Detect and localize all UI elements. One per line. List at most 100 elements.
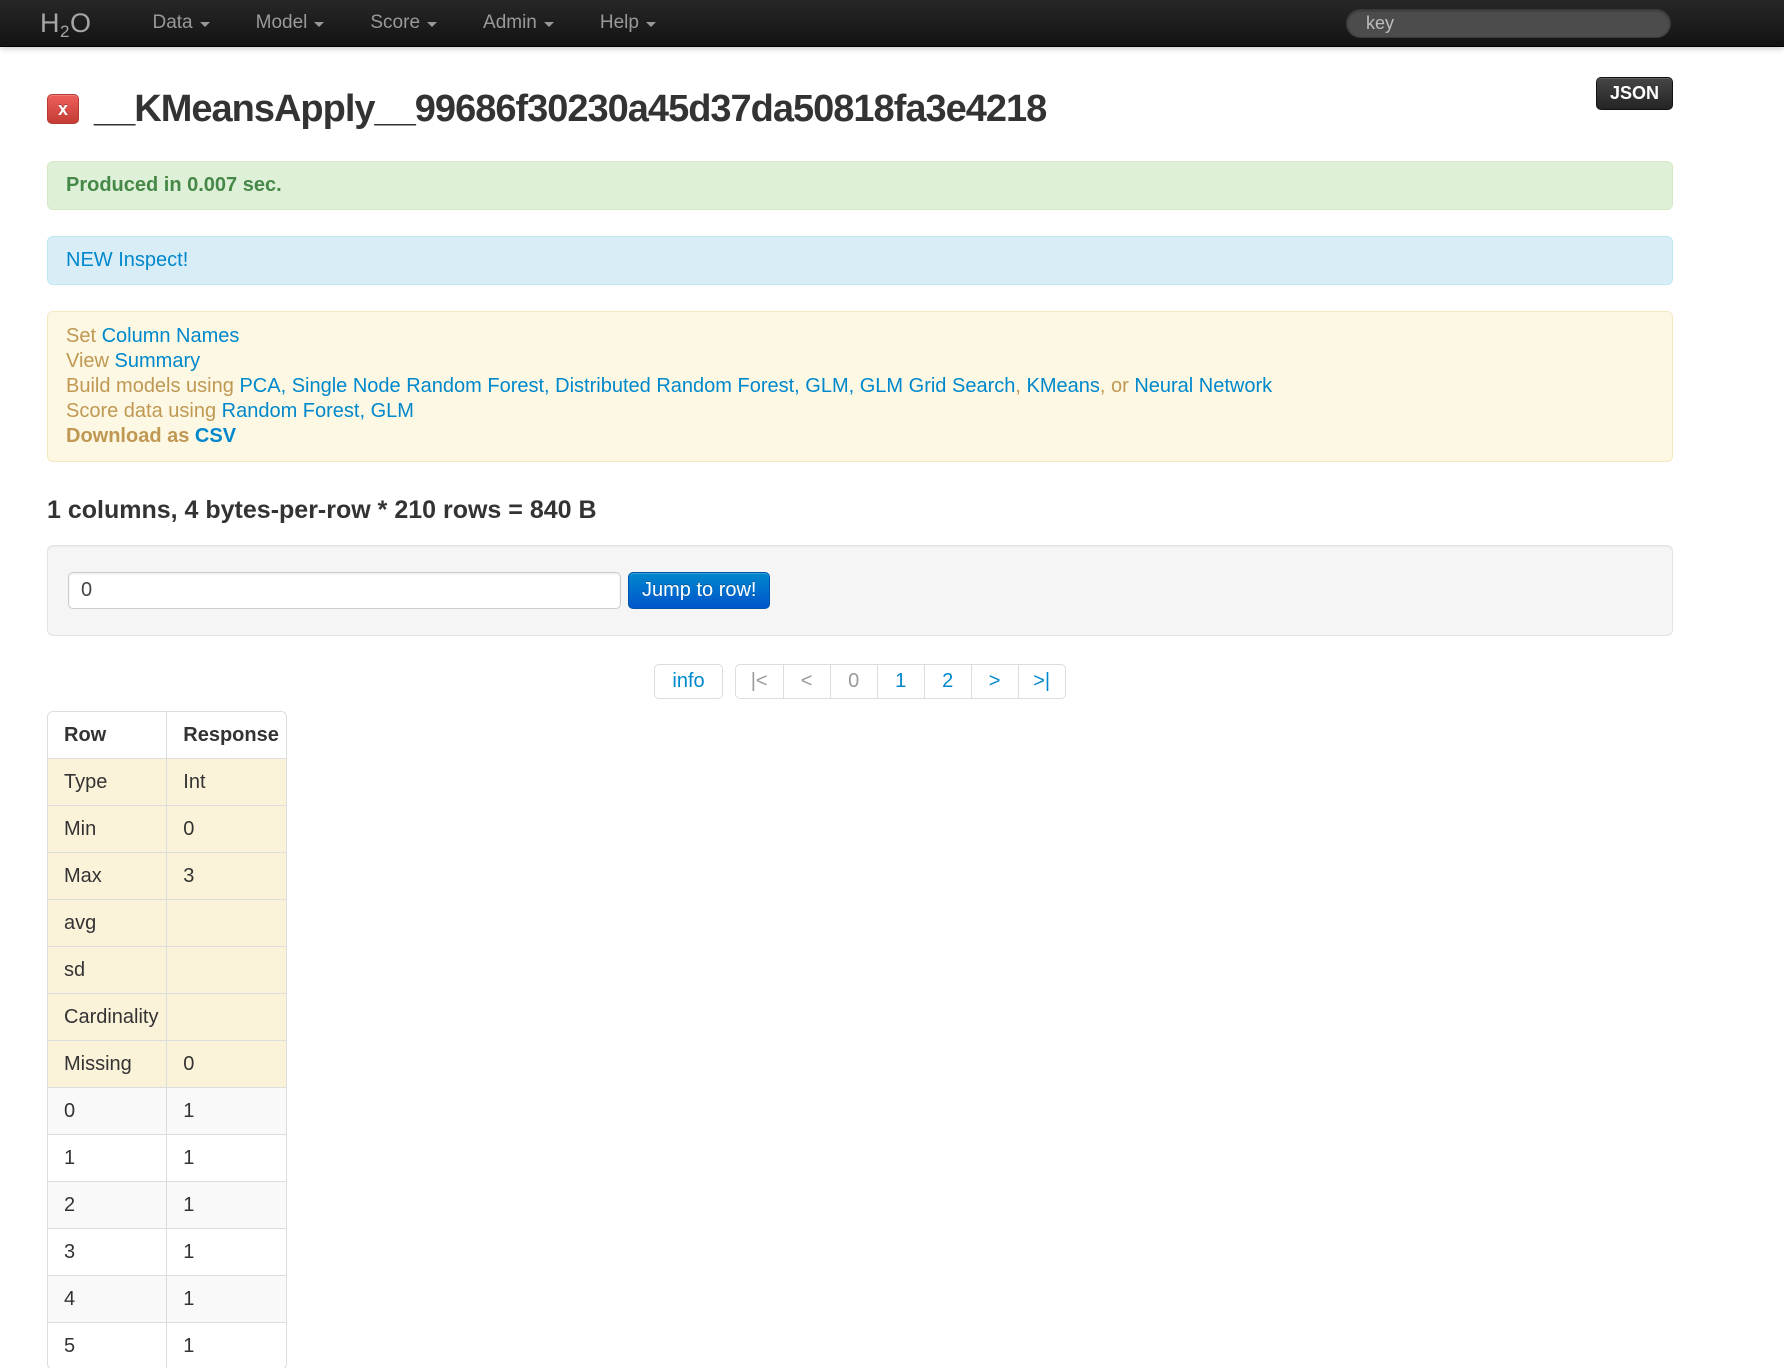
table-row: 01 [48, 1088, 286, 1135]
nav-item-label: Model [256, 12, 308, 34]
table-row: Cardinality [48, 994, 286, 1041]
action-text: , [849, 375, 860, 397]
table-row: sd [48, 947, 286, 994]
action-text: Download as [66, 425, 195, 447]
page-button: 0 [830, 665, 877, 698]
action-line: Score data using Random Forest, GLM [66, 399, 1654, 424]
action-link[interactable]: Neural Network [1134, 375, 1272, 397]
table-cell: 1 [48, 1135, 167, 1182]
inspect-table-wrap: Row Response TypeIntMin0Max3avgsdCardina… [47, 711, 287, 1368]
info-button[interactable]: info [654, 664, 722, 699]
caret-down-icon [427, 22, 437, 27]
new-inspect-link[interactable]: NEW Inspect! [66, 249, 188, 271]
page-button[interactable]: 2 [924, 665, 971, 698]
table-cell: 0 [167, 1041, 286, 1088]
table-row: 31 [48, 1229, 286, 1276]
action-text: Build models using [66, 375, 239, 397]
table-cell: 3 [167, 853, 286, 900]
action-text: , [1015, 375, 1026, 397]
action-link[interactable]: Single Node Random Forest [292, 375, 544, 397]
table-cell: Int [167, 759, 286, 806]
action-link[interactable]: Distributed Random Forest [555, 375, 794, 397]
page-button[interactable]: 1 [877, 665, 924, 698]
nav-item-label: Data [152, 12, 192, 34]
table-cell: avg [48, 900, 167, 947]
page-button: < [783, 665, 830, 698]
action-line: Build models using PCA, Single Node Rand… [66, 374, 1654, 399]
table-cell: 1 [167, 1135, 286, 1182]
nav-item-help[interactable]: Help [583, 0, 673, 47]
main-content: x __KMeansApply__99686f30230a45d37da5081… [47, 83, 1673, 1368]
close-button[interactable]: x [47, 94, 79, 124]
table-cell: 4 [48, 1276, 167, 1323]
pager-group: |<<012>>| [735, 664, 1066, 699]
table-cell: 1 [167, 1229, 286, 1276]
table-row: avg [48, 900, 286, 947]
caret-down-icon [646, 22, 656, 27]
action-link[interactable]: CSV [195, 425, 236, 447]
action-link[interactable]: GLM [805, 375, 848, 397]
table-header-cell: Row [48, 712, 167, 759]
action-line: View Summary [66, 349, 1654, 374]
page-button[interactable]: >| [1018, 665, 1065, 698]
table-row: Missing0 [48, 1041, 286, 1088]
nav-item-data[interactable]: Data [135, 0, 226, 47]
h2o-logo[interactable]: H2O [40, 8, 91, 39]
nav-item-score[interactable]: Score [353, 0, 454, 47]
table-cell: Cardinality [48, 994, 167, 1041]
action-text: Set [66, 325, 102, 347]
jump-to-row-button[interactable]: Jump to row! [628, 572, 770, 609]
page-title: __KMeansApply__99686f30230a45d37da50818f… [94, 88, 1046, 131]
table-cell: 1 [167, 1182, 286, 1229]
jump-to-row-well: Jump to row! [47, 545, 1673, 636]
action-link[interactable]: KMeans [1026, 375, 1099, 397]
actions-alert: Set Column NamesView SummaryBuild models… [47, 311, 1673, 462]
table-cell [167, 994, 286, 1041]
brand-o: O [70, 8, 92, 38]
brand-sub: 2 [60, 22, 70, 41]
action-text: , or [1100, 375, 1134, 397]
nav-item-model[interactable]: Model [239, 0, 342, 47]
json-button[interactable]: JSON [1596, 77, 1673, 110]
table-row: 11 [48, 1135, 286, 1182]
nav-item-label: Help [600, 12, 639, 34]
table-cell: 1 [167, 1323, 286, 1368]
caret-down-icon [314, 22, 324, 27]
caret-down-icon [544, 22, 554, 27]
action-text: , [360, 400, 371, 422]
brand-h: H [40, 8, 60, 38]
table-cell: 5 [48, 1323, 167, 1368]
table-cell: Missing [48, 1041, 167, 1088]
action-line: Download as CSV [66, 424, 1654, 449]
table-cell [167, 900, 286, 947]
action-link[interactable]: GLM [371, 400, 414, 422]
table-row: Min0 [48, 806, 286, 853]
action-link[interactable]: Column Names [102, 325, 240, 347]
action-link[interactable]: PCA [239, 375, 280, 397]
key-search-input[interactable] [1346, 9, 1671, 38]
nav-item-label: Score [370, 12, 420, 34]
table-cell: sd [48, 947, 167, 994]
action-link[interactable]: GLM Grid Search [860, 375, 1016, 397]
navbar-menu: Data Model Score Admin Help [135, 0, 684, 47]
table-header-cell: Response [167, 712, 286, 759]
table-row: 51 [48, 1323, 286, 1368]
table-cell: Max [48, 853, 167, 900]
caret-down-icon [200, 22, 210, 27]
action-line: Set Column Names [66, 324, 1654, 349]
nav-item-admin[interactable]: Admin [466, 0, 571, 47]
nav-item-label: Admin [483, 12, 537, 34]
table-cell [167, 947, 286, 994]
table-cell: Type [48, 759, 167, 806]
table-row: 41 [48, 1276, 286, 1323]
action-link[interactable]: Random Forest [222, 400, 360, 422]
table-row: 21 [48, 1182, 286, 1229]
top-navbar: H2O Data Model Score Admin Help [0, 0, 1784, 47]
row-number-input[interactable] [68, 572, 621, 609]
table-cell: 2 [48, 1182, 167, 1229]
page-button[interactable]: > [971, 665, 1018, 698]
table-row: TypeInt [48, 759, 286, 806]
table-cell: 3 [48, 1229, 167, 1276]
action-link[interactable]: Summary [115, 350, 201, 372]
table-header-row: Row Response [48, 712, 286, 759]
